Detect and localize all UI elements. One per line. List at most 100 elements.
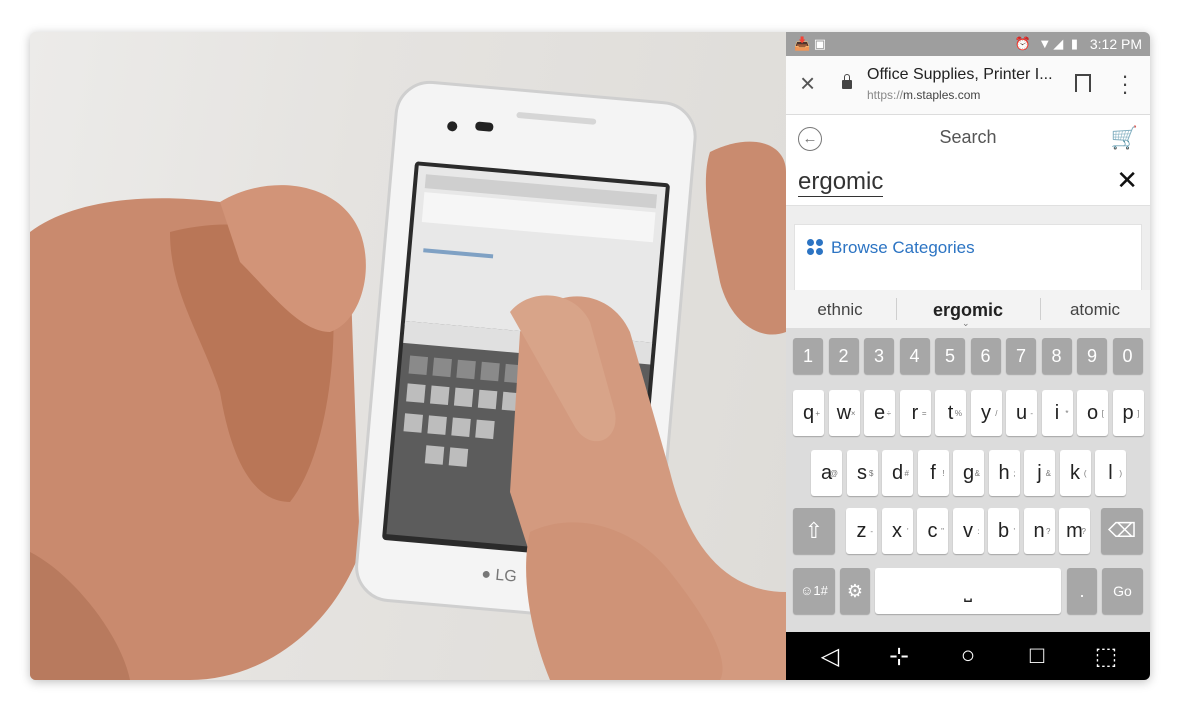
settings-gear-key[interactable]: ⚙ (840, 568, 870, 614)
key-9[interactable]: 9 (1077, 338, 1107, 374)
key-1[interactable]: 1 (793, 338, 823, 374)
key-g[interactable]: g & (953, 450, 984, 496)
key-m[interactable]: m? (1059, 508, 1090, 554)
key-h[interactable]: h; (988, 450, 1020, 496)
key-label: 5 (944, 346, 955, 366)
android-nav-bar: ◁ ⊹ ○ □ ⬚ (786, 632, 1150, 680)
key-4[interactable]: 4 (899, 338, 930, 374)
key-5[interactable]: 5 (935, 338, 965, 374)
key-alt-char: ? (1046, 527, 1051, 536)
notification-icons: 📥 ▣ (794, 36, 827, 51)
key-alt-char: ? (1081, 527, 1086, 536)
key-label: t (947, 402, 954, 424)
overflow-menu-icon[interactable]: · · · (1120, 65, 1130, 103)
go-key[interactable]: Go (1102, 568, 1143, 614)
key-alt-char: + (815, 409, 820, 418)
url-host: m.staples.com (903, 88, 981, 102)
key-label: c (927, 520, 938, 542)
phone-screen: 📥 ▣ ⏰ ▼◢ ▮ 3:12 PM × Office Supplies, Pr… (786, 32, 1150, 680)
key-x[interactable]: x ' (881, 508, 913, 554)
key-label: n (1033, 520, 1045, 542)
clear-search-icon[interactable]: ✕ (1116, 165, 1138, 196)
key-7[interactable]: 7 (1006, 338, 1036, 374)
key-alt-char: ( (1083, 469, 1087, 478)
key-label: 9 (1086, 346, 1097, 366)
period-key[interactable]: . (1067, 568, 1097, 614)
key-label: 7 (1015, 346, 1026, 366)
nav-home-icon[interactable]: ○ (948, 642, 988, 670)
key-2[interactable]: 2 (828, 338, 859, 374)
emoji-symbols-key[interactable]: ☺1# (793, 568, 835, 614)
next-list-row[interactable] (794, 270, 1142, 291)
suggestion-ethnic[interactable]: ethnic (790, 300, 890, 320)
nav-notifications-icon[interactable]: ⬚ (1086, 642, 1126, 671)
close-tab-icon[interactable]: × (800, 70, 815, 96)
grid-dots-icon (807, 239, 823, 255)
key-alt-char: ! (942, 469, 945, 478)
key-y[interactable]: y / (970, 390, 1002, 436)
bookmark-icon[interactable] (1075, 74, 1091, 98)
key-label: l (1108, 462, 1113, 484)
cart-icon[interactable]: 🛒 (1111, 125, 1138, 151)
key-z[interactable]: z- (846, 508, 877, 554)
key-k[interactable]: k( (1059, 450, 1091, 496)
key-l[interactable]: l) (1095, 450, 1126, 496)
key-w[interactable]: w × (828, 390, 860, 436)
key-alt-char: ] (1137, 409, 1140, 418)
key-label: z (856, 520, 867, 542)
keyboard: 1234567890 q + w × e ÷ r = t% y / u - i * o[p] a @ s $ d # f!… (786, 328, 1150, 632)
key-label: 6 (980, 346, 991, 366)
key-alt-char: & (974, 469, 980, 478)
system-status-icons: ⏰ ▼◢ ▮ (1014, 36, 1080, 51)
shift-key[interactable]: ⇧ (793, 508, 835, 554)
nav-recents-icon[interactable]: □ (1017, 642, 1057, 670)
key-label: j (1037, 462, 1042, 484)
key-label: p (1122, 402, 1134, 424)
key-alt-char: [ (1101, 409, 1104, 418)
key-6[interactable]: 6 (970, 338, 1001, 374)
key-8[interactable]: 8 (1041, 338, 1072, 374)
key-alt-char: = (921, 409, 927, 418)
key-alt-char: " (941, 527, 944, 536)
camera-photo: ● LG (30, 32, 786, 680)
custom-tab-toolbar: × Office Supplies, Printer I... https://… (786, 56, 1150, 115)
browse-categories-row[interactable]: Browse Categories (794, 224, 1142, 272)
key-alt-char: ÷ (886, 409, 891, 418)
key-d[interactable]: d # (882, 450, 913, 496)
key-r[interactable]: r = (899, 390, 931, 436)
key-f[interactable]: f! (917, 450, 949, 496)
key-0[interactable]: 0 (1112, 338, 1143, 374)
nav-back-icon[interactable]: ◁ (810, 642, 850, 671)
key-t[interactable]: t% (935, 390, 966, 436)
key-label: r (911, 402, 919, 424)
browse-categories-label: Browse Categories (831, 238, 975, 257)
key-o[interactable]: o[ (1077, 390, 1108, 436)
key-label: i (1054, 402, 1060, 424)
key-label: w (836, 402, 852, 424)
key-u[interactable]: u- (1006, 390, 1037, 436)
key-e[interactable]: e ÷ (864, 390, 895, 436)
key-3[interactable]: 3 (864, 338, 894, 374)
search-title: Search (939, 127, 997, 147)
key-label: q (802, 402, 815, 424)
key-label: g (962, 462, 975, 484)
key-i[interactable]: i * (1041, 390, 1073, 436)
key-p[interactable]: p] (1112, 390, 1144, 436)
search-input[interactable]: ergomic (798, 169, 884, 197)
key-q[interactable]: q + (793, 390, 824, 436)
space-key[interactable]: ⎵ (875, 568, 1061, 614)
key-alt-char: * (1065, 409, 1069, 418)
page-url: https://m.staples.com (867, 88, 980, 102)
key-a[interactable]: a @ (811, 450, 842, 496)
backspace-key[interactable]: ⌫ (1101, 508, 1143, 554)
key-s[interactable]: s $ (846, 450, 878, 496)
key-b[interactable]: b ' (988, 508, 1019, 554)
suggestion-atomic[interactable]: atomic (1045, 300, 1145, 320)
key-label: x (892, 520, 902, 542)
key-c[interactable]: c " (917, 508, 948, 554)
key-j[interactable]: j & (1024, 450, 1055, 496)
key-label: k (1070, 462, 1080, 484)
key-v[interactable]: v: (952, 508, 984, 554)
key-n[interactable]: n? (1023, 508, 1055, 554)
nav-split-screen-icon[interactable]: ⊹ (879, 642, 919, 671)
